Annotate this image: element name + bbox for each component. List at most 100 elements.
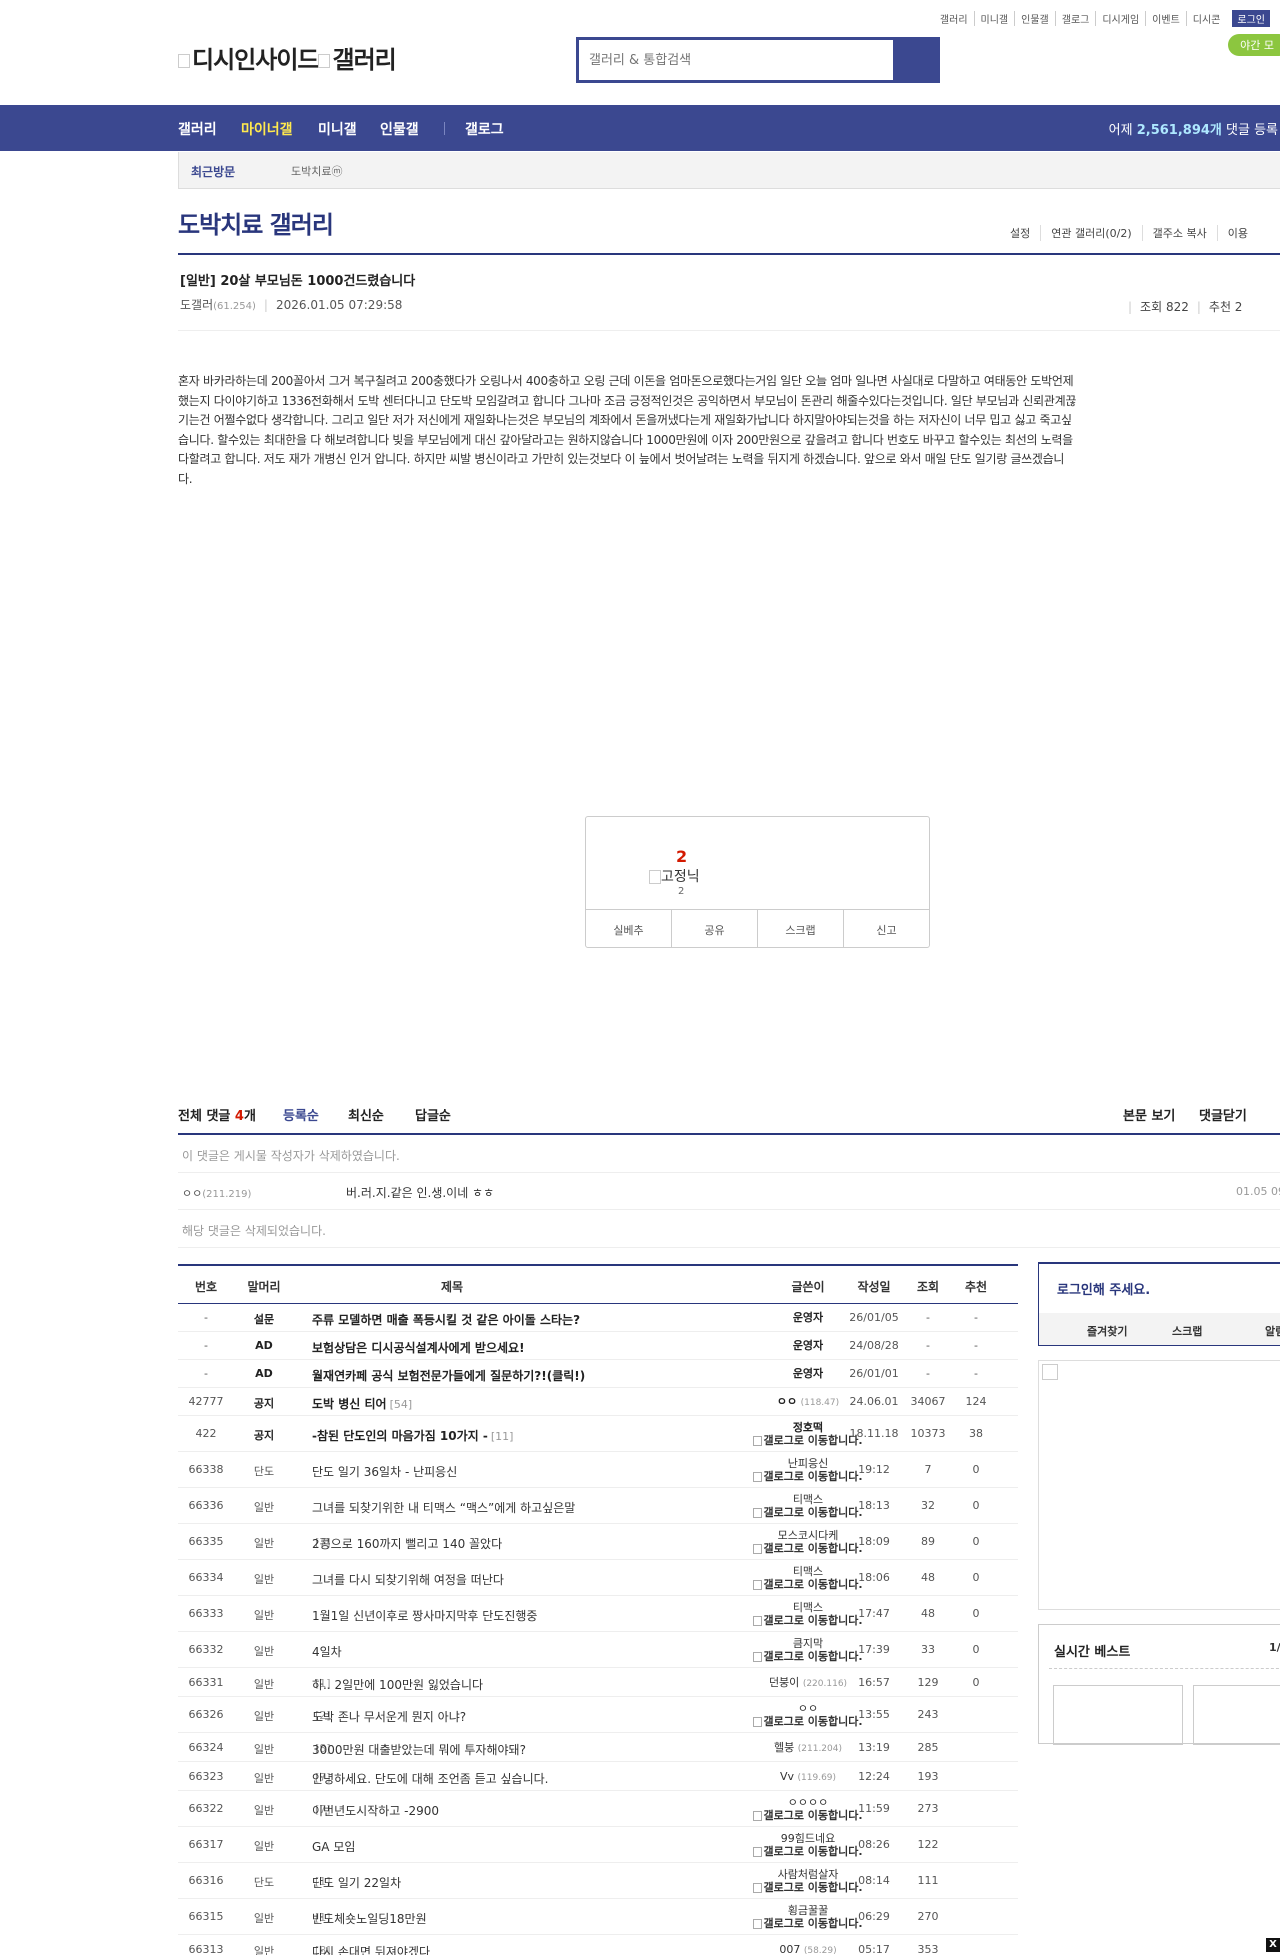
post-title-link[interactable]: 이번년도시작하고 -2900 [7] xyxy=(312,1802,732,1818)
table-row: 66331 일반 하.. 2일만에 100만원 잃었습니다 [1] 던붕이 (220.1… xyxy=(178,1668,1018,1697)
favorites-link[interactable]: 즐겨찾기 xyxy=(1087,1323,1127,1339)
sort-registered[interactable]: 등록순 xyxy=(283,1105,319,1124)
broken-image-icon xyxy=(753,1811,763,1821)
post-recommend: 0 xyxy=(972,1463,980,1476)
broken-image-icon xyxy=(753,1847,763,1857)
table-row: - AD 월재연카페 공식 보험전문가들에게 질문하기?!(클릭!) 운영자 26/01… xyxy=(178,1360,1018,1388)
best-thumbnail[interactable] xyxy=(1193,1685,1280,1745)
post-subject: AD xyxy=(255,1367,273,1380)
post-number: 66335 xyxy=(188,1535,224,1548)
login-prompt[interactable]: 로그인해 주세요. xyxy=(1057,1279,1150,1298)
divider xyxy=(178,253,1280,255)
nav-gallery[interactable]: 갤러리 xyxy=(178,119,217,139)
view-post-link[interactable]: 본문 보기 xyxy=(1123,1105,1175,1124)
logo-text: 디시인사이드 xyxy=(192,46,319,74)
nav-gallog[interactable]: 갤로그 xyxy=(465,119,504,139)
night-mode-toggle[interactable]: 야간 모 xyxy=(1228,34,1280,56)
related-gallery-link[interactable]: 연관 갤러리(0/2) xyxy=(1040,225,1141,241)
post-views: 89 xyxy=(921,1535,935,1548)
util-link-dccon[interactable]: 디시콘 xyxy=(1185,11,1227,26)
post-title-link[interactable]: 월재연카페 공식 보험전문가들에게 질문하기?!(클릭!) xyxy=(312,1367,732,1384)
comment-row-deleted: 이 댓글은 게시물 작성자가 삭제하였습니다. xyxy=(178,1135,1280,1173)
post-views: 7 xyxy=(924,1463,932,1476)
post-title-link[interactable]: 단도 일기 22일차 [1] xyxy=(312,1874,732,1890)
post-recommend: - xyxy=(974,1311,978,1324)
logo-text-gallery: 갤러리 xyxy=(332,46,396,74)
recent-visit-bar: 최근방문 도박치료ⓜ xyxy=(178,152,1280,189)
nav-person-gallery[interactable]: 인물갤 xyxy=(380,119,419,139)
table-row: 66332 일반 4일차 큼지막 갤로그로 이동합니다. 17:39 33 0 xyxy=(178,1632,1018,1668)
post-date: 05:17 xyxy=(858,1943,890,1955)
notification-link[interactable]: 알림 xyxy=(1265,1323,1280,1339)
recent-visit-item[interactable]: 도박치료ⓜ xyxy=(291,163,342,179)
report-button[interactable]: 신고 xyxy=(843,910,929,947)
util-link-gallery[interactable]: 갤러리 xyxy=(934,11,974,26)
sort-reply[interactable]: 답글순 xyxy=(415,1105,451,1124)
post-title-link[interactable]: 도박 존나 무서운게 뭔지 아냐? [2] xyxy=(312,1708,732,1724)
nav-divider xyxy=(444,122,445,135)
nav-minor-gallery[interactable]: 마이너갤 xyxy=(241,119,293,139)
util-link-event[interactable]: 이벤트 xyxy=(1145,11,1186,26)
post-date: 26/01/01 xyxy=(849,1367,899,1380)
gallery-title[interactable]: 도박치료 갤러리 xyxy=(178,205,334,240)
post-title-link[interactable]: 다시 손대면 뒤져야겠다 [8] xyxy=(312,1943,732,1955)
post-title-link[interactable]: 하.. 2일만에 100만원 잃었습니다 [1] xyxy=(312,1676,732,1692)
realtime-best-page[interactable]: 1/ xyxy=(1269,1641,1280,1654)
close-comments-link[interactable]: 댓글닫기 xyxy=(1199,1105,1247,1124)
post-views: - xyxy=(926,1311,930,1324)
share-button[interactable]: 공유 xyxy=(671,910,757,947)
post-date: 16:57 xyxy=(858,1676,890,1689)
search-button[interactable] xyxy=(893,40,937,80)
close-icon[interactable]: X xyxy=(1266,1938,1280,1952)
post-title-link[interactable]: 주류 모델하면 매출 폭등시킬 것 같은 아이돌 스타는? xyxy=(312,1311,732,1328)
post-views: - xyxy=(926,1367,930,1380)
reply-count[interactable]: [54] xyxy=(390,1398,413,1411)
nav-mini-gallery[interactable]: 미니갤 xyxy=(318,119,357,139)
best-recommend-button[interactable]: 실베추 xyxy=(586,910,671,947)
gallery-settings-link[interactable]: 설정 xyxy=(1000,225,1040,241)
broken-image-icon xyxy=(753,1919,763,1929)
util-link-minigall[interactable]: 미니갤 xyxy=(973,11,1015,26)
recommend-count[interactable]: 2 xyxy=(676,847,687,866)
post-title-link[interactable]: -참된 단도인의 마음가짐 10가지 - [11] xyxy=(312,1427,732,1444)
post-author[interactable]: 도갤러 xyxy=(180,298,213,312)
post-title-link[interactable]: 3000만원 대출받았는데 뭐에 투자해야돼? [8] xyxy=(312,1741,732,1757)
best-thumbnail[interactable] xyxy=(1053,1685,1183,1745)
util-link-game[interactable]: 디시게임 xyxy=(1095,11,1145,26)
post-title-link[interactable]: 도박 병신 티어 [54] xyxy=(312,1395,732,1412)
post-title-link[interactable]: 반도체숏노일딩18만원 [1] xyxy=(312,1910,732,1926)
search-input[interactable] xyxy=(579,40,893,80)
post-subject: 일반 xyxy=(253,1772,275,1785)
usage-link[interactable]: 이용 xyxy=(1216,225,1258,241)
comment-author[interactable]: ㅇㅇ(211.219) xyxy=(182,1185,251,1201)
header-recommend: 추천 xyxy=(964,1280,988,1294)
scrap-link[interactable]: 스크랩 xyxy=(1172,1323,1202,1339)
sort-latest[interactable]: 최신순 xyxy=(348,1105,384,1124)
post-views: 조회 822 xyxy=(1140,300,1189,314)
main-nav: 갤러리 마이너갤 미니갤 인물갤 갤로그 어제 2,561,894개 댓글 등록 xyxy=(0,105,1280,151)
scrap-button[interactable]: 스크랩 xyxy=(757,910,843,947)
post-views: 122 xyxy=(917,1838,939,1851)
table-row: 422 공지 -참된 단도인의 마음가짐 10가지 - [11] 정호떡 갤로그로 이동합… xyxy=(178,1416,1018,1452)
site-logo[interactable]: 디시인사이드 갤러리 xyxy=(178,40,397,75)
util-link-person[interactable]: 인물갤 xyxy=(1014,11,1055,26)
post-title-link[interactable]: 보험상담은 디시공식설계사에게 받으세요! xyxy=(312,1339,732,1356)
post-number: - xyxy=(204,1311,208,1324)
post-date: 18:09 xyxy=(858,1535,890,1548)
table-row: - AD 보험상담은 디시공식설계사에게 받으세요! 운영자 24/08/28- - xyxy=(178,1332,1018,1360)
reply-count[interactable]: [11] xyxy=(491,1430,514,1443)
login-button[interactable]: 로그인 xyxy=(1232,10,1270,27)
util-link-gallog[interactable]: 갤로그 xyxy=(1054,11,1096,26)
table-row: - 설문 주류 모델하면 매출 폭등시킬 것 같은 아이돌 스타는? 운영자 26/01… xyxy=(178,1304,1018,1332)
table-row: 66316 단도 단도 일기 22일차 [1] 사람처럼살자 갤로그로 이동합니다. 08:… xyxy=(178,1863,1018,1899)
post-number: 66315 xyxy=(188,1910,224,1923)
table-row: 66315 일반 반도체숏노일딩18만원 [1] 횡금꿀꿀 갤로그로 이동합니다. 06:2… xyxy=(178,1899,1018,1935)
post-title-link[interactable]: 2콩으로 160까지 뻘리고 140 꼴았다 [7] xyxy=(312,1535,732,1551)
post-recommend: 0 xyxy=(972,1607,980,1620)
post-recommend: - xyxy=(974,1339,978,1352)
post-number: 66333 xyxy=(188,1607,224,1620)
post-title-link[interactable]: 안녕하세요. 단도에 대해 조언좀 듣고 싶습니다. [7] xyxy=(312,1770,732,1786)
copy-gallery-address-link[interactable]: 갤주소 복사 xyxy=(1141,225,1217,241)
side-ad-banner[interactable] xyxy=(1038,1360,1280,1610)
post-date: 18:13 xyxy=(858,1499,890,1512)
